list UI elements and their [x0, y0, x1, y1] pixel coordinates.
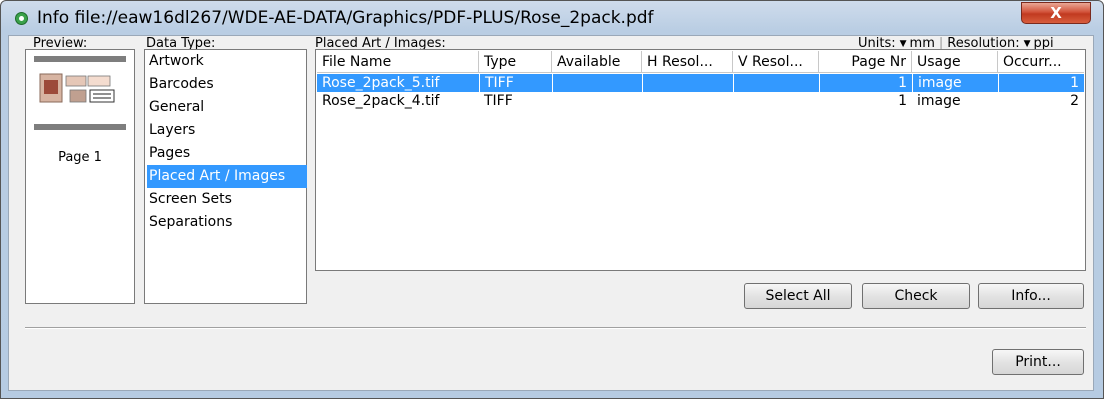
table-row[interactable]: Rose_2pack_4.tif TIFF 1 image 2	[317, 92, 1084, 110]
cell-occurrences: 2	[1070, 93, 1079, 109]
cell-available	[552, 74, 642, 92]
select-all-button[interactable]: Select All	[744, 283, 852, 309]
data-type-item-general[interactable]: General	[147, 96, 307, 119]
cell-page-nr: 1	[819, 74, 912, 92]
column-header-file-name[interactable]: File Name	[317, 51, 479, 73]
column-header-available[interactable]: Available	[552, 51, 642, 73]
table-row[interactable]: Rose_2pack_5.tif TIFF 1 image 1	[317, 74, 1084, 92]
data-type-item-separations[interactable]: Separations	[147, 211, 307, 234]
column-header-type[interactable]: Type	[479, 51, 552, 73]
close-button[interactable]: X	[1021, 2, 1091, 24]
cell-occurrences: 1	[998, 74, 1084, 92]
cell-file-name: Rose_2pack_4.tif	[322, 93, 440, 109]
thumb-top-bar	[34, 56, 126, 62]
separator	[25, 327, 1086, 329]
units-dropdown-icon[interactable]: ▼	[900, 39, 907, 49]
column-header-occurrences[interactable]: Occurr...	[998, 51, 1084, 73]
column-header-page-nr[interactable]: Page Nr	[819, 51, 912, 73]
cell-page-nr: 1	[898, 93, 907, 109]
column-header-h-resol[interactable]: H Resol...	[642, 51, 733, 73]
cell-v-resol	[733, 74, 819, 92]
data-type-item-layers[interactable]: Layers	[147, 119, 307, 142]
cell-file-name: Rose_2pack_5.tif	[322, 75, 440, 91]
cell-type: TIFF	[479, 74, 552, 92]
cell-h-resol	[642, 74, 733, 92]
cell-available	[552, 92, 642, 110]
data-type-item-placed-art-images[interactable]: Placed Art / Images	[147, 165, 307, 188]
preview-panel[interactable]: Page 1	[25, 49, 135, 304]
page-thumbnail-image	[36, 70, 122, 106]
data-type-list[interactable]: Artwork Barcodes General Layers Pages Pl…	[144, 49, 307, 304]
cell-usage: image	[917, 93, 961, 109]
cell-v-resol	[733, 92, 819, 110]
cell-h-resol	[642, 92, 733, 110]
cell-usage: image	[912, 74, 998, 92]
column-header-v-resol[interactable]: V Resol...	[733, 51, 819, 73]
data-type-item-screen-sets[interactable]: Screen Sets	[147, 188, 307, 211]
data-type-item-barcodes[interactable]: Barcodes	[147, 73, 307, 96]
info-button[interactable]: Info...	[978, 283, 1084, 309]
print-button[interactable]: Print...	[992, 349, 1084, 375]
app-icon	[15, 12, 28, 25]
placed-art-table[interactable]: File Name Type Available H Resol... V Re…	[315, 49, 1086, 271]
window-title: Info file://eaw16dl267/WDE-AE-DATA/Graph…	[37, 8, 654, 28]
data-type-item-pages[interactable]: Pages	[147, 142, 307, 165]
column-header-usage[interactable]: Usage	[912, 51, 998, 73]
resolution-dropdown-icon[interactable]: ▼	[1024, 39, 1031, 49]
check-button[interactable]: Check	[862, 283, 970, 309]
thumb-bottom-bar	[34, 124, 126, 130]
page-label: Page 1	[58, 150, 102, 165]
cell-type: TIFF	[484, 93, 513, 109]
data-type-item-artwork[interactable]: Artwork	[147, 50, 307, 73]
title-bar[interactable]: Info file://eaw16dl267/WDE-AE-DATA/Graph…	[1, 1, 1103, 35]
